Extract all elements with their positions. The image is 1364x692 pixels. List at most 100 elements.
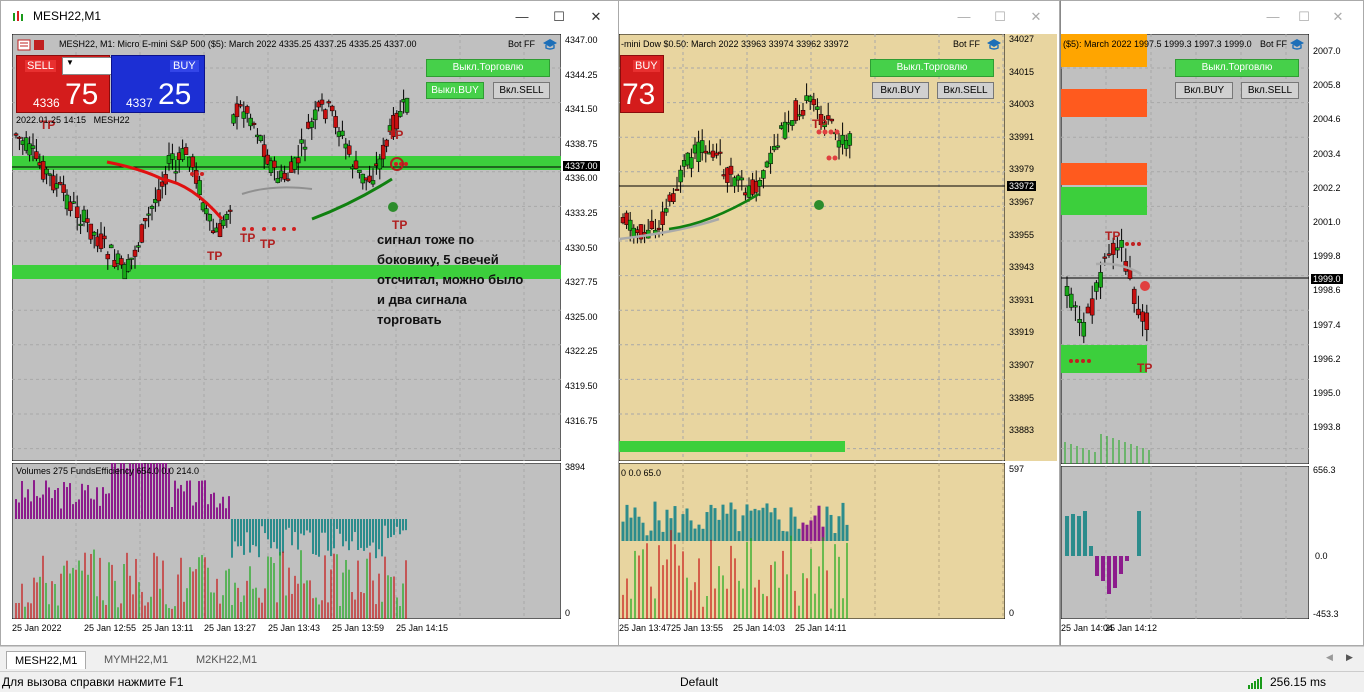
buy-price-big: 73 [622, 78, 656, 111]
minimize-button[interactable]: — [951, 7, 977, 27]
tp-marker: TP [388, 128, 403, 142]
trade-off-button[interactable]: Выкл.Торговлю [426, 59, 550, 77]
volume-indicator-panel[interactable] [619, 463, 1005, 619]
tab-m2kh22[interactable]: M2KH22,M1 [188, 651, 265, 669]
price-scale[interactable]: 2007.0 2005.8 2004.6 2003.4 2002.2 2001.0 1999… [1309, 34, 1363, 464]
signal-dot [1069, 359, 1073, 363]
candle-body [326, 101, 332, 104]
buy-on-button[interactable]: Вкл.BUY [872, 82, 929, 99]
tp-marker: TP [240, 231, 255, 245]
candle-body [717, 151, 723, 154]
indicator-scale-zero: 0 [1009, 608, 1015, 618]
tab-scroll-right-icon[interactable]: ▶ [1346, 652, 1353, 663]
maximize-button[interactable]: ☐ [987, 7, 1013, 27]
signal-dot [394, 162, 398, 166]
signal-dot [828, 129, 834, 135]
price-scale-label: 4341.50 [565, 104, 598, 115]
chart-window-m2kh22[interactable]: — ☐ ✕ TP TP 2007.0 2005.8 2004.6 2003.4 2002.… [1060, 0, 1364, 646]
buy-on-button[interactable]: Вкл.BUY [1175, 82, 1233, 99]
signal-dot [404, 162, 408, 166]
indicator-scale-top: 656.3 [1313, 465, 1336, 475]
candle-body [272, 160, 277, 168]
price-scale-label: 33955 [1009, 229, 1035, 240]
candle-body [757, 180, 763, 187]
time-axis-label: 25 Jan 14:11 [795, 623, 847, 633]
candle-body [1089, 298, 1095, 316]
candle-body [54, 183, 60, 189]
candle-body [224, 213, 230, 220]
signal-dot [1125, 242, 1129, 246]
candle-body [811, 99, 817, 106]
candle-body [768, 152, 773, 165]
time-axis-label: 25 Jan 13:55 [671, 623, 724, 633]
candle-body [663, 208, 669, 213]
chart-window-mymh22[interactable]: — ☐ ✕ TP 34027 34015 34003 33991 33979 33967 3… [619, 0, 1060, 646]
candle-body [34, 151, 39, 159]
window-titlebar[interactable]: MESH22,M1 — ☐ ✕ [1, 1, 618, 33]
candle-body [728, 165, 734, 175]
candle-body [132, 249, 138, 257]
price-scale-label: 4330.50 [565, 242, 598, 253]
time-axis[interactable]: 25 Jan 14:04 25 Jan 14:12 [1061, 621, 1309, 637]
candle-body [761, 170, 766, 179]
time-axis[interactable]: 25 Jan 2022 25 Jan 12:55 25 Jan 13:11 25 Ja… [12, 621, 561, 637]
candle-body [1136, 308, 1141, 316]
candle-body [207, 214, 213, 222]
candle-body [27, 143, 32, 156]
tab-mesh22[interactable]: MESH22,M1 [6, 651, 87, 669]
window-titlebar[interactable]: — ☐ ✕ [1061, 1, 1363, 33]
maximize-button[interactable]: ☐ [1291, 7, 1317, 27]
time-axis-label: 25 Jan 12:55 [84, 623, 137, 633]
time-axis-label: 25 Jan 13:59 [332, 623, 385, 633]
sell-on-button[interactable]: Вкл.SELL [493, 82, 550, 99]
buy-button[interactable]: BUY 4337 25 [111, 55, 205, 113]
tab-mymh22[interactable]: MYMH22,M1 [96, 651, 176, 669]
time-axis-label: 25 Jan 14:12 [1105, 623, 1158, 633]
price-scale[interactable]: 34027 34015 34003 33991 33979 33967 33955 33943… [1005, 34, 1057, 461]
candle-body [275, 177, 281, 183]
candle-body [312, 109, 318, 121]
candle-body [149, 205, 155, 209]
close-button[interactable]: ✕ [583, 7, 609, 27]
price-scale-label: 2001.0 [1313, 217, 1341, 227]
sell-on-button[interactable]: Вкл.SELL [1241, 82, 1299, 99]
price-scale[interactable]: 4347.00 4344.25 4341.50 4338.75 4336.00 4333.… [561, 34, 617, 461]
tab-scroll-left-icon[interactable]: ◀ [1326, 652, 1333, 663]
signal-dot [262, 227, 266, 231]
close-button[interactable]: ✕ [1325, 7, 1351, 27]
signal-dot [1075, 359, 1079, 363]
minimize-button[interactable]: — [509, 7, 535, 27]
price-scale-label: 33895 [1009, 392, 1035, 403]
symbol-info-line: ($5): March 2022 1997.5 1999.3 1997.3 19… [1063, 39, 1252, 49]
candle-body [44, 168, 49, 175]
window-titlebar[interactable]: — ☐ ✕ [619, 1, 1059, 33]
price-scale-label: 34003 [1009, 99, 1035, 110]
indicator-scale-zero: 0.0 [1315, 551, 1328, 561]
maximize-button[interactable]: ☐ [546, 7, 572, 27]
trade-off-button[interactable]: Выкл.Торговлю [870, 59, 994, 77]
price-scale-label: 33919 [1009, 327, 1035, 338]
close-button[interactable]: ✕ [1023, 7, 1049, 27]
volume-indicator-panel[interactable] [1061, 466, 1309, 619]
candle-body [258, 135, 264, 142]
price-scale-label: 4325.00 [565, 311, 598, 322]
candle-body [136, 245, 141, 248]
trade-off-button[interactable]: Выкл.Торговлю [1175, 59, 1299, 77]
candle-body [333, 116, 338, 128]
volume-indicator-panel[interactable] [12, 463, 561, 619]
chart-menu-icon[interactable] [17, 39, 47, 51]
candle-body [1094, 282, 1099, 292]
lot-decrease-icon[interactable]: ▼ [66, 58, 74, 67]
chart-window-mesh22[interactable]: MESH22,M1 — ☐ ✕ TP TP TP TP TP TP 4347.00 4344… [0, 0, 619, 646]
buy-button[interactable]: BUY 73 [620, 55, 664, 113]
sell-on-button[interactable]: Вкл.SELL [937, 82, 994, 99]
candle-body [57, 181, 63, 185]
candle-body [88, 223, 94, 240]
current-price-label: 33972 [1007, 181, 1037, 191]
candle-body [1098, 272, 1103, 288]
time-axis[interactable]: 25 Jan 13:47 25 Jan 13:55 25 Jan 14:03 25 J… [619, 621, 1005, 637]
buy-off-button[interactable]: Выкл.BUY [426, 82, 484, 99]
candle-body [404, 97, 410, 113]
minimize-button[interactable]: — [1260, 7, 1286, 27]
candle-body [170, 153, 175, 160]
